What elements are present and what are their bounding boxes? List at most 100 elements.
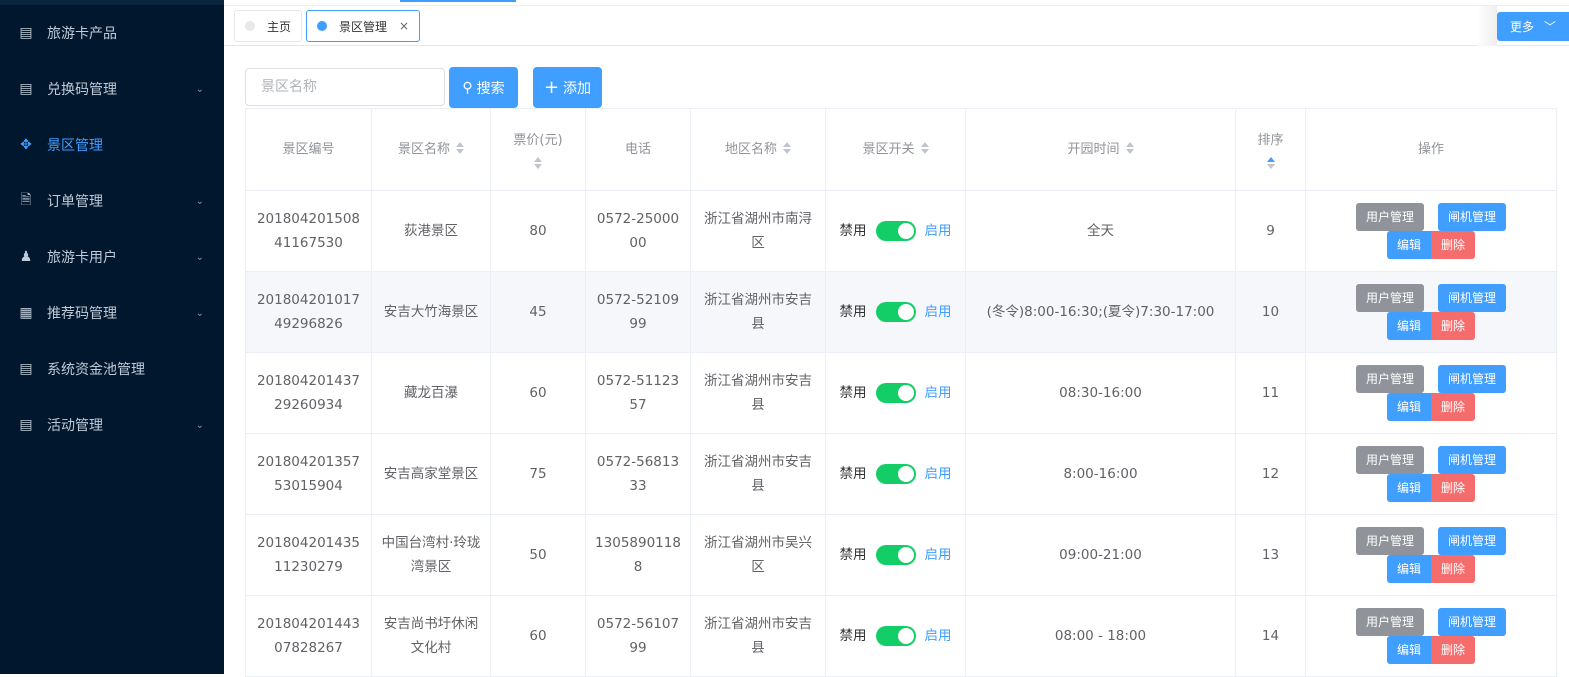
sidebar-item-label: 活动管理 xyxy=(47,418,103,434)
sidebar-item-label: 景区管理 xyxy=(47,138,103,154)
switch-off-label: 禁用 xyxy=(839,385,867,401)
column-header[interactable]: 开园时间 xyxy=(965,108,1236,191)
close-icon[interactable]: × xyxy=(399,19,409,33)
sidebar-item[interactable]: ✥ 景区管理 xyxy=(0,117,224,173)
header-label: 开园时间 xyxy=(1067,141,1120,157)
user-management-button[interactable]: 用户管理 xyxy=(1355,608,1424,636)
column-header[interactable]: 票价(元) xyxy=(490,108,586,191)
cell-order: 13 xyxy=(1235,514,1306,596)
grid-icon: ▦ xyxy=(19,305,33,321)
cell-name: 藏龙百瀑 xyxy=(371,352,491,434)
header-label: 操作 xyxy=(1417,141,1444,157)
add-button[interactable]: + 添加 xyxy=(533,67,602,108)
gate-management-button[interactable]: 闸机管理 xyxy=(1438,365,1507,393)
sidebar-item[interactable]: ▤ 兑换码管理 ⌄ xyxy=(0,61,224,117)
enable-toggle[interactable] xyxy=(875,545,916,565)
table-row: 20180420101749296826 安吉大竹海景区 45 0572-521… xyxy=(245,271,1557,353)
cell-actions: 用户管理 闸机管理 编辑 删除 xyxy=(1305,514,1557,596)
chevron-down-icon: ⌄ xyxy=(195,251,204,263)
edit-button[interactable]: 编辑 xyxy=(1386,636,1431,664)
cell-order: 10 xyxy=(1235,271,1306,353)
edit-button[interactable]: 编辑 xyxy=(1386,231,1431,259)
delete-button[interactable]: 删除 xyxy=(1431,231,1476,259)
edit-button[interactable]: 编辑 xyxy=(1386,312,1431,340)
cell-id: 20180420143729260934 xyxy=(245,352,372,434)
enable-toggle[interactable] xyxy=(875,626,916,646)
sidebar-item[interactable]: ▦ 推荐码管理 ⌄ xyxy=(0,285,224,341)
delete-button[interactable]: 删除 xyxy=(1431,312,1476,340)
cell-phone: 0572-5681333 xyxy=(585,433,691,515)
user-management-button[interactable]: 用户管理 xyxy=(1355,284,1424,312)
user-management-button[interactable]: 用户管理 xyxy=(1355,527,1424,555)
search-icon: ⚲ xyxy=(462,79,473,96)
switch-off-label: 禁用 xyxy=(839,466,867,482)
sort-icon[interactable] xyxy=(456,142,464,156)
document-icon: ▤ xyxy=(19,25,33,41)
sidebar-item[interactable]: ♟ 旅游卡用户 ⌄ xyxy=(0,229,224,285)
sidebar-item-label: 旅游卡用户 xyxy=(47,250,117,266)
chevron-down-icon: ⌄ xyxy=(195,83,204,95)
delete-button[interactable]: 删除 xyxy=(1431,636,1476,664)
tab-bar: 主页 景区管理 × 更多 ﹀ xyxy=(224,5,1569,46)
sort-icon[interactable] xyxy=(920,142,929,156)
delete-button[interactable]: 删除 xyxy=(1431,474,1476,502)
plus-icon: + xyxy=(543,77,560,98)
gate-management-button[interactable]: 闸机管理 xyxy=(1438,608,1507,636)
user-management-button[interactable]: 用户管理 xyxy=(1355,203,1424,231)
tab-scenic-management[interactable]: 景区管理 × xyxy=(306,10,421,42)
sort-icon[interactable] xyxy=(534,156,542,171)
cell-order: 14 xyxy=(1235,595,1306,677)
cell-phone: 13058901188 xyxy=(585,514,691,596)
sidebar: ▤ 旅游卡产品 ▤ 兑换码管理 ⌄ ✥ 景区管理 🗎 订单管理 ⌄ ♟ 旅游卡用户 ⌄ ▦ 推荐码管理 ⌄ ▤ 系… xyxy=(0,0,224,674)
sidebar-item[interactable]: ▤ 旅游卡产品 xyxy=(0,5,224,61)
switch-on-label: 启用 xyxy=(924,466,952,482)
document-icon: ▤ xyxy=(19,81,33,97)
gate-management-button[interactable]: 闸机管理 xyxy=(1438,203,1507,231)
sort-icon[interactable] xyxy=(1266,156,1275,171)
cell-price: 60 xyxy=(490,595,586,677)
enable-toggle[interactable] xyxy=(875,302,916,322)
sidebar-item[interactable]: 🗎 订单管理 ⌄ xyxy=(0,173,224,229)
search-input[interactable]: 景区名称 xyxy=(245,68,445,106)
tab-home[interactable]: 主页 xyxy=(234,10,303,42)
column-header[interactable]: 景区名称 xyxy=(371,108,491,191)
cell-order: 9 xyxy=(1235,190,1306,272)
delete-button[interactable]: 删除 xyxy=(1431,555,1476,583)
sidebar-item[interactable]: ▤ 活动管理 ⌄ xyxy=(0,397,224,453)
switch-off-label: 禁用 xyxy=(839,304,867,320)
edit-button[interactable]: 编辑 xyxy=(1386,393,1431,421)
more-button[interactable]: 更多 ﹀ xyxy=(1497,12,1569,41)
gate-management-button[interactable]: 闸机管理 xyxy=(1438,446,1507,474)
column-header[interactable]: 排序 xyxy=(1235,108,1306,191)
switch-off-label: 禁用 xyxy=(839,223,867,239)
delete-button[interactable]: 删除 xyxy=(1431,393,1476,421)
enable-toggle[interactable] xyxy=(875,464,916,484)
column-header: 操作 xyxy=(1305,108,1557,191)
scenic-table: 景区编号 景区名称 票价(元) 电话 地区名称 景区开关 开园时间 排序 操作 20180420… xyxy=(245,108,1557,677)
cell-phone: 0572-2500000 xyxy=(585,190,691,272)
sidebar-item[interactable]: ▤ 系统资金池管理 xyxy=(0,341,224,397)
chevron-down-icon: ⌄ xyxy=(195,307,204,319)
sort-icon[interactable] xyxy=(1125,142,1134,156)
enable-toggle[interactable] xyxy=(875,383,916,403)
edit-button[interactable]: 编辑 xyxy=(1386,555,1431,583)
cell-switch: 禁用 启用 xyxy=(825,514,966,596)
cell-actions: 用户管理 闸机管理 编辑 删除 xyxy=(1305,190,1557,272)
tab-label: 景区管理 xyxy=(339,19,388,34)
user-management-button[interactable]: 用户管理 xyxy=(1355,365,1424,393)
column-header[interactable]: 景区开关 xyxy=(825,108,966,191)
edit-button[interactable]: 编辑 xyxy=(1386,474,1431,502)
gate-management-button[interactable]: 闸机管理 xyxy=(1438,527,1507,555)
gate-management-button[interactable]: 闸机管理 xyxy=(1438,284,1507,312)
cell-region: 浙江省湖州市安吉县 xyxy=(690,352,826,434)
cell-region: 浙江省湖州市安吉县 xyxy=(690,595,826,677)
cell-id: 20180420144307828267 xyxy=(245,595,372,677)
enable-toggle[interactable] xyxy=(875,221,916,241)
table-row: 20180420150841167530 荻港景区 80 0572-250000… xyxy=(245,190,1557,272)
column-header[interactable]: 地区名称 xyxy=(690,108,826,191)
user-management-button[interactable]: 用户管理 xyxy=(1355,446,1424,474)
chevron-down-icon: ﹀ xyxy=(1544,20,1557,34)
search-button[interactable]: ⚲ 搜索 xyxy=(449,67,518,108)
shadow xyxy=(1477,6,1497,46)
sort-icon[interactable] xyxy=(783,142,791,156)
